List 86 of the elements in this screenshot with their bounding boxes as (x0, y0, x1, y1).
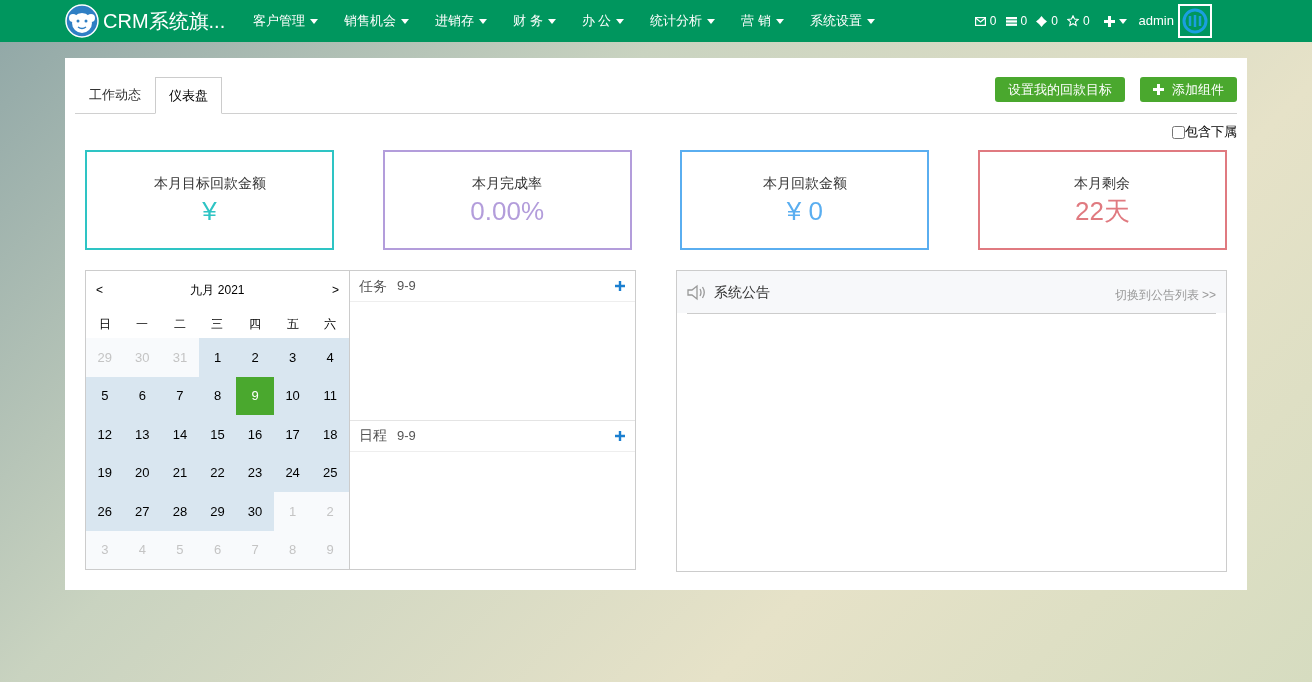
weekday-label: 二 (172, 315, 187, 333)
stat-card-value: ¥ 0 (786, 194, 823, 228)
weekday-label: 五 (285, 315, 300, 333)
calendar-day[interactable]: 16 (236, 415, 274, 454)
nav-menu[interactable]: 营 销 (741, 11, 784, 31)
calendar-day[interactable]: 21 (161, 453, 199, 492)
next-month-button[interactable]: > (328, 281, 343, 299)
caret-icon (866, 18, 875, 24)
calendar-day[interactable]: 13 (123, 415, 162, 454)
calendar-day[interactable]: 17 (273, 415, 312, 454)
brand-title[interactable]: CRM系统旗... (103, 6, 253, 36)
weekday-label: 六 (323, 315, 338, 333)
include-subordinates-checkbox[interactable] (1172, 125, 1185, 139)
plus-icon (1103, 15, 1115, 27)
nav-menu[interactable]: 销售机会 (344, 11, 409, 31)
tab[interactable]: 仪表盘 (155, 77, 222, 114)
calendar-day[interactable]: 27 (123, 492, 162, 531)
calendar-day[interactable]: 1 (198, 338, 237, 377)
weekday-label: 一 (135, 315, 150, 333)
calendar-day[interactable]: 2 (236, 338, 274, 377)
calendar-day[interactable]: 18 (311, 415, 349, 454)
plus-icon (615, 281, 625, 291)
previous-month-button[interactable]: < (92, 281, 107, 299)
star-icon (1066, 15, 1079, 27)
calendar-day[interactable]: 14 (161, 415, 199, 454)
calendar-day[interactable]: 19 (86, 453, 124, 492)
calendar-day[interactable]: 30 (236, 492, 274, 531)
stat-card-title: 本月回款金额 (762, 173, 847, 193)
nav-menu[interactable]: 系统设置 (809, 11, 875, 31)
calendar-day[interactable]: 26 (86, 492, 124, 531)
tab[interactable]: 工作动态 (75, 76, 155, 113)
plus-icon (615, 430, 625, 441)
agenda-date: 9-9 (397, 426, 416, 445)
plus-icon (1153, 84, 1164, 95)
add-menu-button[interactable] (1103, 15, 1127, 27)
stat-card-title: 本月目标回款金额 (153, 173, 266, 193)
calendar-day[interactable]: 29 (198, 492, 237, 531)
caret-icon (616, 18, 625, 24)
weekday-label: 四 (248, 315, 263, 333)
caret-icon (547, 18, 556, 24)
user-name[interactable]: admin (1138, 11, 1174, 31)
nav-menu[interactable]: 客户管理 (253, 11, 318, 31)
speaker-icon (687, 283, 706, 301)
nav-menu[interactable]: 财 务 (513, 11, 556, 31)
notification-counter[interactable]: 0 (1066, 12, 1090, 30)
calendar-day[interactable]: 11 (311, 376, 349, 415)
add-button[interactable] (615, 430, 625, 441)
calendar-day[interactable]: 3 (273, 338, 312, 377)
weekday-label: 日 (97, 315, 112, 333)
list-icon (1005, 16, 1017, 26)
checkbox-label[interactable]: 包含下属 (1185, 122, 1237, 142)
stat-card-value: 22天 (1075, 194, 1130, 228)
nav-menu[interactable]: 办 公 (581, 11, 625, 31)
notification-counter[interactable]: 0 (1036, 12, 1058, 30)
agenda-title: 日程 (359, 426, 387, 445)
announcement-title: 系统公告 (714, 282, 770, 302)
caret-icon (479, 18, 487, 24)
monkey-logo-icon (65, 4, 99, 38)
calendar-day[interactable]: 5 (86, 376, 124, 415)
stat-card-title: 本月完成率 (472, 173, 543, 193)
caret-icon (310, 18, 318, 24)
calendar-day[interactable]: 25 (311, 453, 349, 492)
stat-card-title: 本月剩余 (1074, 173, 1131, 193)
calendar-day[interactable]: 15 (198, 415, 237, 454)
calendar-month-title[interactable]: 九月 2021 (190, 281, 245, 299)
caret-icon (707, 18, 716, 24)
stat-card-value: 0.00% (470, 194, 544, 228)
agenda-date: 9-9 (397, 277, 416, 296)
caret-icon (775, 18, 784, 24)
nav-menu[interactable]: 进销存 (435, 11, 487, 31)
caret-icon (1118, 18, 1127, 24)
envelope-icon (974, 16, 986, 26)
agenda-title: 任务 (359, 276, 387, 296)
weekday-label: 三 (210, 315, 225, 333)
caret-icon (401, 18, 409, 24)
calendar-day[interactable]: 28 (161, 492, 199, 531)
calendar-day[interactable]: 4 (311, 338, 349, 377)
user-avatar[interactable] (1178, 4, 1212, 38)
stat-card-value: ¥ (202, 194, 217, 228)
calendar-day[interactable]: 23 (236, 453, 274, 492)
calendar-day[interactable]: 12 (86, 415, 124, 454)
nav-menu[interactable]: 统计分析 (650, 11, 716, 31)
add-button[interactable] (615, 281, 625, 291)
notification-counter[interactable]: 0 (974, 12, 997, 30)
calendar-day[interactable]: 7 (161, 376, 199, 415)
notification-counter[interactable]: 0 (1005, 12, 1028, 30)
